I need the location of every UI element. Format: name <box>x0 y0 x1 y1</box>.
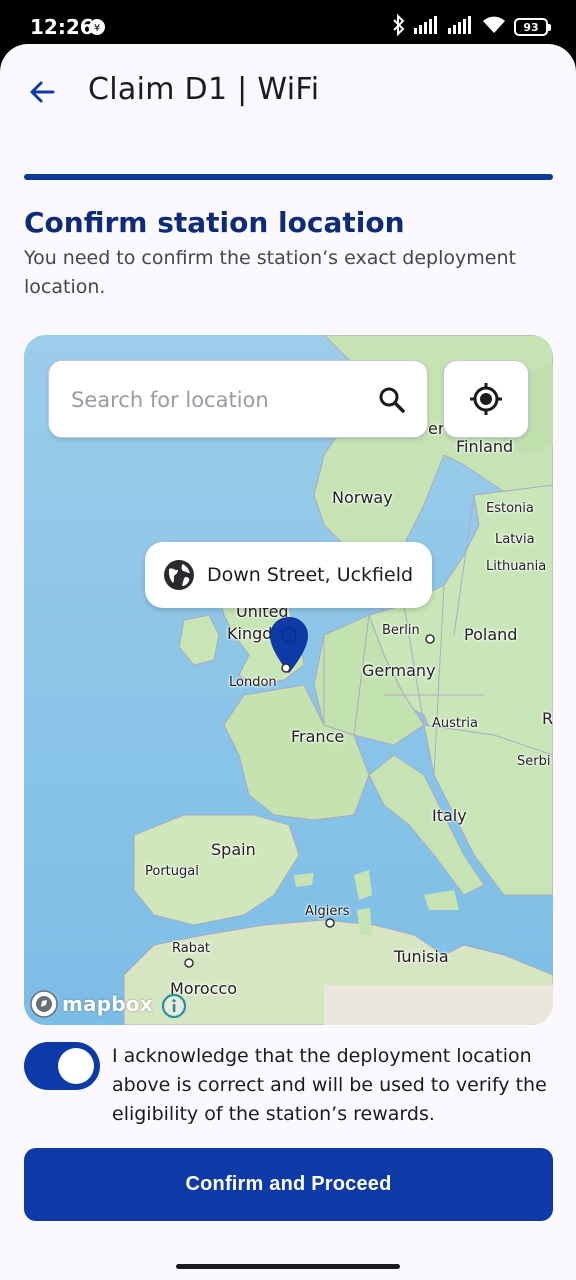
page-title: Claim D1 | WiFi <box>88 72 320 107</box>
wifi-icon <box>482 16 506 38</box>
progress-fill <box>24 174 553 180</box>
arrow-left-icon <box>30 81 55 103</box>
crosshair-icon <box>470 383 502 415</box>
progress-bar <box>24 174 553 180</box>
svg-text:¥: ¥ <box>94 23 100 34</box>
address-chip: Down Street, Uckfield <box>145 542 432 608</box>
confirm-proceed-button[interactable]: Confirm and Proceed <box>24 1148 553 1221</box>
location-search-box[interactable] <box>48 360 428 438</box>
battery-icon: 93 <box>514 18 551 36</box>
map-view[interactable]: Finland er Norway Estonia Latvia Lithuan… <box>24 335 553 1025</box>
home-indicator <box>176 1264 400 1269</box>
location-pin-icon[interactable] <box>267 615 311 681</box>
bluetooth-icon <box>392 13 406 40</box>
signal-icon-1 <box>414 16 440 38</box>
mapbox-mark-icon <box>30 990 58 1018</box>
status-time: 12:26 <box>30 15 94 39</box>
acknowledge-toggle[interactable] <box>24 1042 100 1090</box>
info-icon[interactable] <box>161 993 187 1023</box>
back-button[interactable] <box>24 74 60 110</box>
signal-icon-2 <box>448 16 474 38</box>
search-input[interactable] <box>71 383 361 417</box>
globe-icon <box>164 560 194 590</box>
section-heading: Confirm station location <box>24 206 405 239</box>
toggle-knob <box>58 1048 94 1084</box>
notification-icon: ¥ <box>88 18 106 40</box>
my-location-button[interactable] <box>443 360 529 438</box>
status-icons: 93 <box>392 13 551 40</box>
main-sheet: Claim D1 | WiFi Confirm station location… <box>0 44 576 1280</box>
acknowledge-text: I acknowledge that the deployment locati… <box>112 1045 547 1125</box>
search-icon[interactable] <box>377 385 407 419</box>
section-subtitle: You need to confirm the station’s exact … <box>24 247 516 298</box>
mapbox-logo: mapbox <box>30 990 153 1018</box>
address-text: Down Street, Uckfield <box>207 564 414 586</box>
mapbox-wordmark: mapbox <box>62 992 153 1016</box>
